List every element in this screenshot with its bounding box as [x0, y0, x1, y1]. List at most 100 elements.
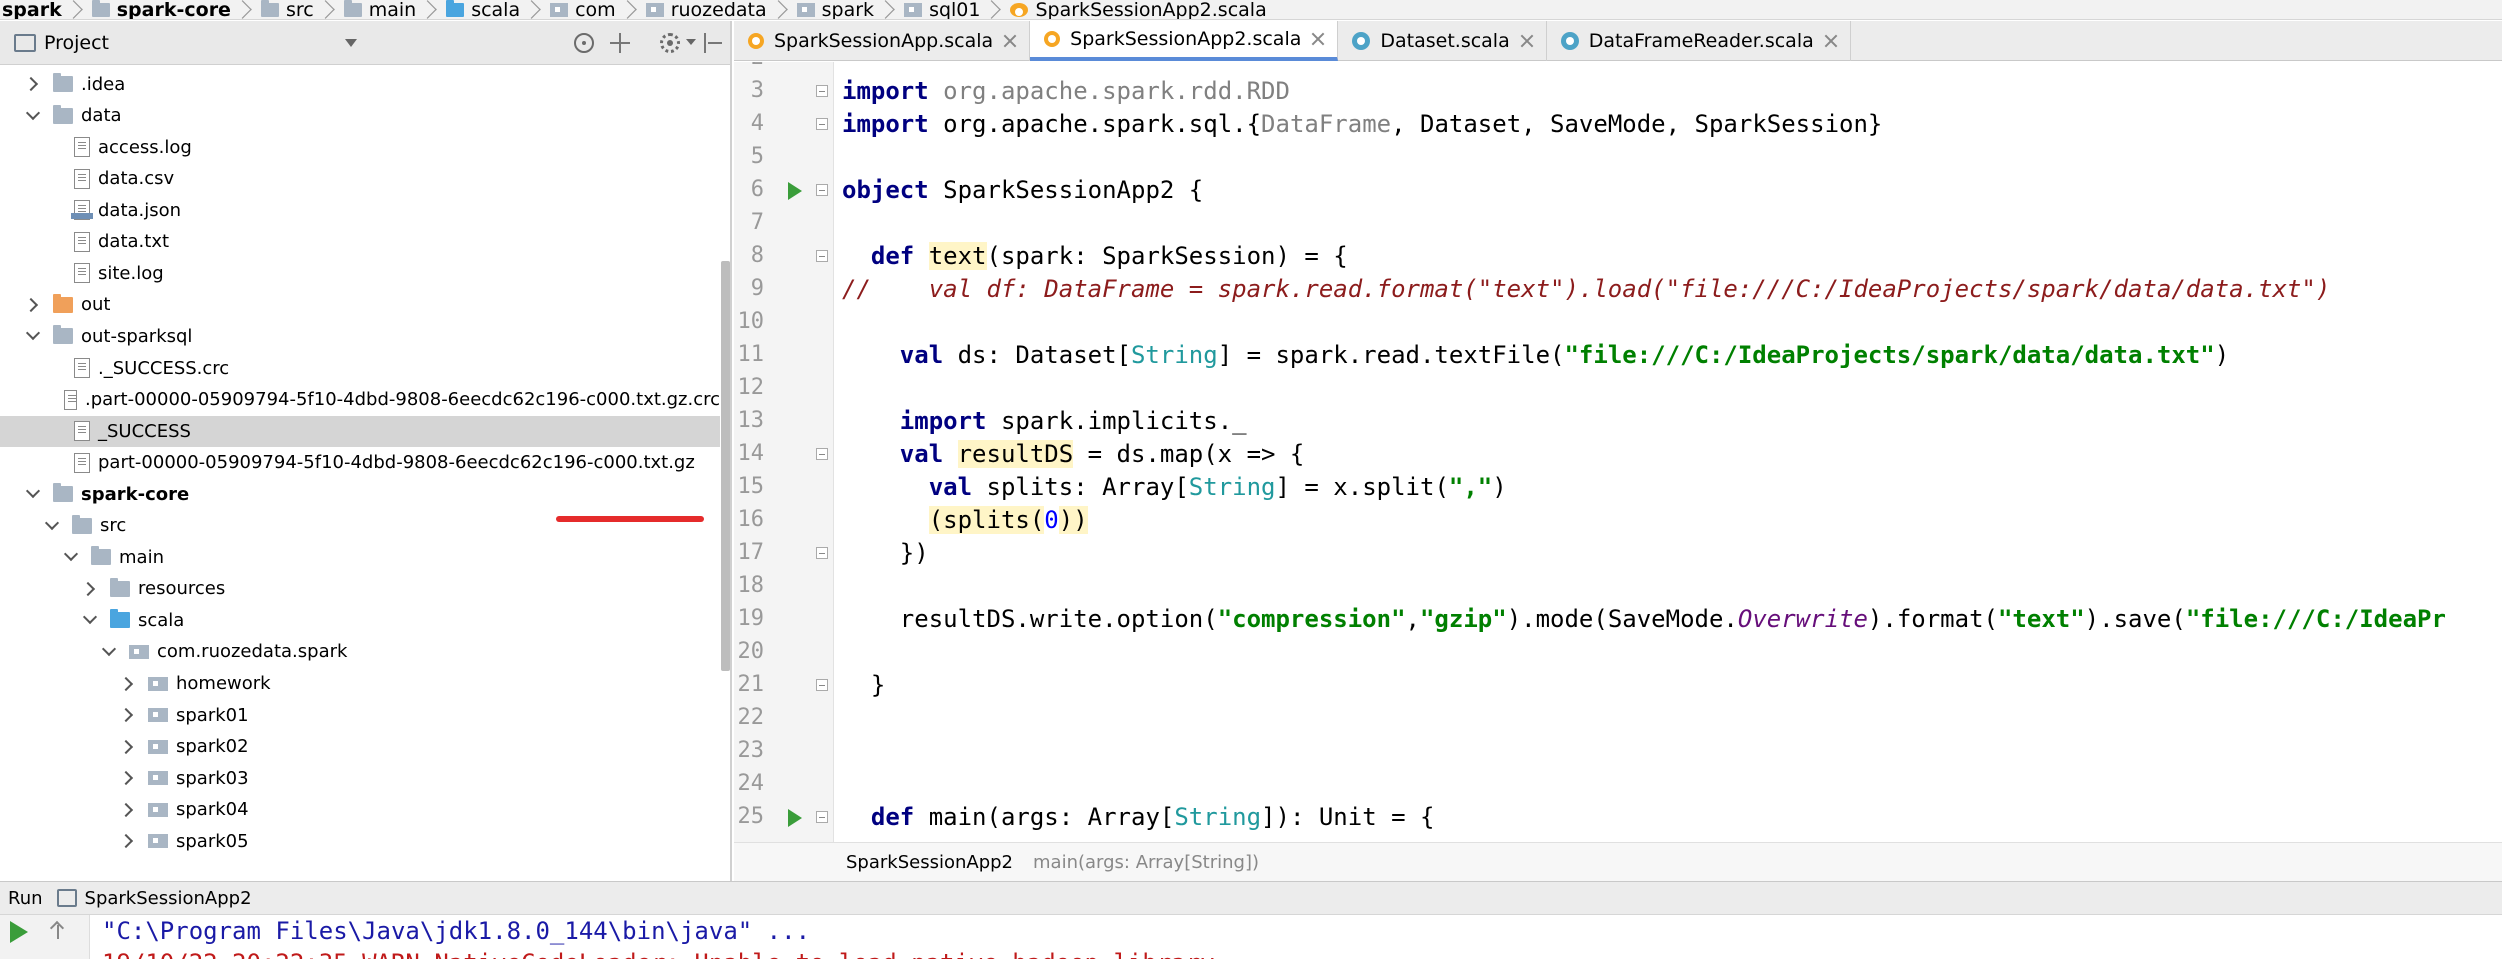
tree-item[interactable]: out	[0, 289, 720, 320]
fold-icon[interactable]	[816, 811, 828, 823]
chevron-right-icon[interactable]	[122, 772, 134, 784]
tree-item[interactable]: data.json	[0, 195, 720, 226]
code-crumb-object[interactable]: SparkSessionApp2	[846, 852, 1013, 873]
tree-item[interactable]: spark05	[0, 826, 720, 857]
tree-item[interactable]: ._SUCCESS.crc	[0, 353, 720, 384]
tree-item[interactable]: scala	[0, 605, 720, 636]
chevron-right-icon[interactable]	[84, 583, 96, 595]
tree-item[interactable]: data	[0, 100, 720, 131]
tree-item[interactable]: resources	[0, 573, 720, 604]
code-line: import org.apache.spark.rdd.RDD	[842, 75, 1290, 108]
code-line: def text(spark: SparkSession) = {	[842, 240, 1348, 273]
collapse-all-icon[interactable]	[610, 33, 630, 53]
file-icon	[74, 421, 90, 442]
chevron-down-icon[interactable]	[65, 551, 77, 563]
chevron-down-icon[interactable]	[27, 488, 39, 500]
breadcrumb-item[interactable]: sql01	[894, 0, 986, 19]
tree-item[interactable]: access.log	[0, 132, 720, 163]
close-icon[interactable]	[1824, 34, 1838, 48]
tree-item[interactable]: spark01	[0, 700, 720, 731]
editor-tab[interactable]: SparkSessionApp2.scala	[1030, 21, 1339, 61]
editor-tab[interactable]: SparkSessionApp.scala	[734, 21, 1031, 61]
chevron-right-icon[interactable]	[122, 741, 134, 753]
tree-item[interactable]: src	[0, 510, 720, 541]
code-token: String	[1188, 473, 1276, 501]
tree-item[interactable]: _SUCCESS	[0, 415, 720, 447]
tree-item[interactable]: data.csv	[0, 163, 720, 194]
tree-item[interactable]: spark04	[0, 794, 720, 825]
project-view-selector[interactable]: Project	[44, 32, 109, 54]
scroll-up-icon[interactable]	[50, 921, 66, 939]
breadcrumb-item[interactable]: spark	[0, 0, 68, 19]
run-icon[interactable]	[788, 182, 802, 200]
fold-icon[interactable]	[816, 448, 828, 460]
fold-icon[interactable]	[816, 85, 828, 97]
project-tree[interactable]: sparkC:\IdeaProjects\spark .idea data acces…	[0, 65, 730, 881]
breadcrumb-item[interactable]: main	[334, 0, 422, 19]
chevron-down-icon[interactable]	[27, 330, 39, 342]
chevron-down-icon[interactable]	[84, 614, 96, 626]
breadcrumb-item[interactable]: com	[540, 0, 622, 19]
chevron-right-icon[interactable]	[122, 709, 134, 721]
tree-item[interactable]: spark02	[0, 731, 720, 762]
tree-item-label: resources	[138, 578, 226, 600]
chevron-down-icon[interactable]	[27, 110, 39, 122]
tree-item[interactable]: com.ruozedata.spark	[0, 636, 720, 667]
line-number: 21	[737, 672, 765, 697]
chevron-right-icon[interactable]	[122, 678, 134, 690]
breadcrumb-item[interactable]: spark	[787, 0, 880, 19]
gear-icon[interactable]	[660, 33, 680, 53]
close-icon[interactable]	[1520, 34, 1534, 48]
breadcrumb-item[interactable]: spark-core	[82, 0, 237, 19]
close-icon[interactable]	[1003, 34, 1017, 48]
fold-icon[interactable]	[816, 679, 828, 691]
editor-tab[interactable]: Dataset.scala	[1338, 21, 1547, 61]
breadcrumb-item[interactable]: SparkSessionApp2.scala	[1000, 0, 1272, 19]
locate-file-icon[interactable]	[574, 33, 594, 53]
fold-icon[interactable]	[816, 250, 828, 262]
chevron-right-icon[interactable]	[122, 835, 134, 847]
tree-item[interactable]: out-sparksql	[0, 321, 720, 352]
chevron-right-icon[interactable]	[27, 299, 39, 311]
code-token: ]): Unit = {	[1261, 803, 1435, 831]
line-number: 23	[737, 738, 765, 763]
code-token: spark.implicits._	[1000, 407, 1247, 435]
breadcrumb-item[interactable]: src	[251, 0, 320, 19]
editor-tab[interactable]: DataFrameReader.scala	[1547, 21, 1851, 61]
chevron-right-icon[interactable]	[27, 78, 39, 90]
breadcrumb-item[interactable]: scala	[436, 0, 526, 19]
tree-item[interactable]: homework	[0, 668, 720, 699]
fold-icon[interactable]	[816, 118, 828, 130]
code-area[interactable]: import org.apache.spark.rdd.RDD import or…	[842, 62, 2502, 842]
run-icon[interactable]	[10, 921, 28, 943]
settings-dropdown-icon[interactable]	[686, 39, 696, 45]
tree-item[interactable]: sparkC:\IdeaProjects\spark	[0, 65, 720, 68]
fold-icon[interactable]	[816, 184, 828, 196]
tree-item[interactable]: spark03	[0, 763, 720, 794]
tree-item[interactable]: part-00000-05909794-5f10-4dbd-9808-6eecd…	[0, 447, 720, 478]
tree-item[interactable]: data.txt	[0, 226, 720, 257]
tree-item[interactable]: site.log	[0, 258, 720, 289]
code-token: Overwrite	[1737, 605, 1868, 633]
breadcrumb-item[interactable]: ruozedata	[636, 0, 773, 19]
chevron-down-icon[interactable]	[103, 646, 115, 658]
code-token: import	[842, 110, 944, 138]
run-panel-title[interactable]: Run	[8, 888, 43, 909]
chevron-down-icon[interactable]	[46, 520, 58, 532]
code-token: ).format(	[1867, 605, 1998, 633]
chevron-right-icon[interactable]	[122, 804, 134, 816]
tree-item[interactable]: .idea	[0, 69, 720, 100]
code-editor[interactable]: 2345678910111213141516171819202122232425…	[734, 62, 2502, 842]
tree-item[interactable]: main	[0, 542, 720, 573]
tree-scrollbar[interactable]	[721, 261, 730, 671]
close-icon[interactable]	[1311, 32, 1325, 46]
code-crumb-method[interactable]: main(args: Array[String])	[1033, 852, 1259, 873]
tree-item[interactable]: spark-core	[0, 479, 720, 510]
run-config-name[interactable]: SparkSessionApp2	[85, 888, 252, 909]
chevron-down-icon[interactable]	[345, 38, 358, 47]
hide-panel-icon[interactable]	[702, 33, 722, 53]
run-icon[interactable]	[788, 809, 802, 827]
tree-item[interactable]: .part-00000-05909794-5f10-4dbd-9808-6eec…	[0, 384, 720, 415]
fold-icon[interactable]	[816, 547, 828, 559]
